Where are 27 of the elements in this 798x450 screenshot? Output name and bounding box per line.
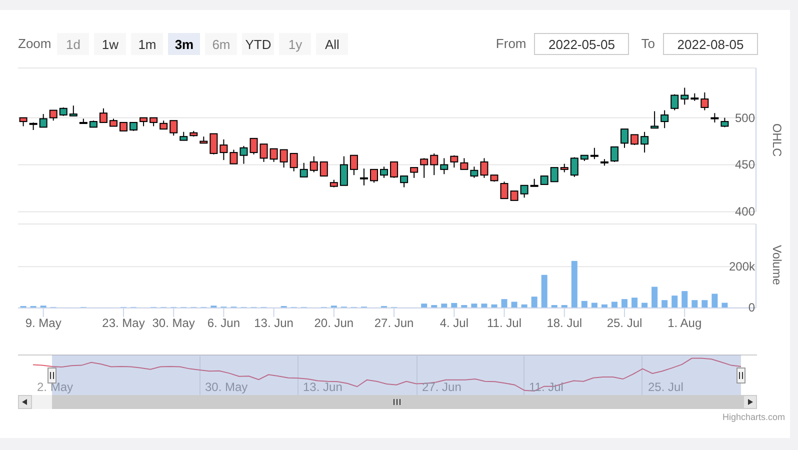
axis-label: 4. Jul — [440, 316, 468, 330]
axis-label: 30. May — [152, 316, 195, 330]
axis-label: 13. Jun — [254, 316, 294, 330]
axis-label: 11. Jul — [487, 316, 522, 330]
from-label: From — [496, 35, 526, 53]
axis-label: 450 — [734, 158, 755, 172]
axis-label: 20. Jun — [314, 316, 354, 330]
axis-label: 400 — [734, 204, 755, 218]
axis-label: 30. May — [205, 380, 248, 394]
axis-title: OHLC — [770, 123, 784, 157]
axis-label: 18. Jul — [546, 316, 582, 330]
axis-label: 0 — [748, 300, 755, 315]
axis-label: 23. May — [102, 316, 145, 330]
axis-label: 1. Aug — [668, 316, 702, 330]
axis-label: 2. May — [37, 380, 74, 394]
axis-label: 27. Jun — [374, 316, 414, 330]
axis-label: 27. Jun — [422, 380, 462, 394]
axis-label: 500 — [734, 110, 755, 125]
axis-label: 25. Jul — [648, 380, 684, 394]
axis-label: 25. Jul — [606, 316, 642, 330]
axis-label: 6. Jun — [207, 316, 240, 330]
to-label: To — [641, 35, 655, 53]
zoom-label: Zoom — [18, 35, 52, 53]
axis-label: 200k — [728, 260, 755, 274]
axis-label: 13. Jun — [303, 380, 342, 394]
axis-title: Volume — [770, 244, 784, 286]
axis-label: 9. May — [25, 316, 62, 330]
